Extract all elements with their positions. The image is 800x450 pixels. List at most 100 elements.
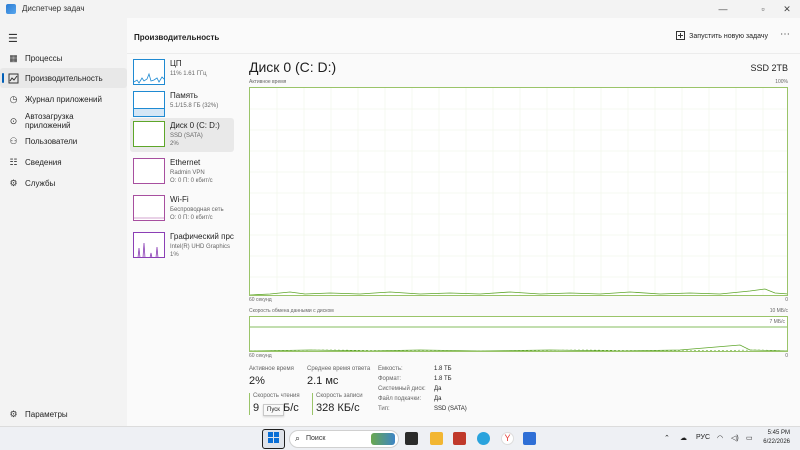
wifi-icon[interactable]: ◠ [717, 434, 723, 442]
perf-item-detail: Intel(R) UHD Graphics [170, 244, 231, 250]
transfer-rate-line-label: 7 МБ/с [769, 319, 785, 325]
start-tooltip: Пуск [263, 404, 284, 416]
battery-icon[interactable]: ▭ [746, 434, 753, 442]
perf-item-detail: О: 0 П: 0 кбит/с [170, 215, 213, 221]
disk-model: SSD 2TB [750, 63, 788, 73]
input-language[interactable]: РУС [696, 434, 710, 441]
app-history-icon: ◷ [9, 93, 18, 104]
search-icon: ⌕ [295, 433, 301, 443]
hamburger-menu-icon[interactable]: ☰ [8, 32, 18, 45]
perf-item-detail: 11% 1.61 ГГц [170, 71, 207, 77]
cpu-thumbnail-graph [133, 59, 165, 85]
clock[interactable]: 5:45 PM 6/22/2026 [763, 429, 790, 447]
close-button[interactable]: ✕ [780, 2, 794, 16]
active-time-graph-timespan: 60 секунд [249, 297, 272, 303]
transfer-rate-graph-min: 0 [785, 353, 788, 359]
property-label: Тип: [378, 406, 390, 412]
write-speed-indicator [312, 393, 313, 415]
perf-item-name: ЦП [170, 59, 182, 68]
run-task-icon [676, 31, 686, 42]
users-icon: ⚇ [9, 135, 18, 146]
minimize-button[interactable]: — [716, 2, 730, 16]
perf-item-memory[interactable]: Память 5.1/15.8 ГБ (32%) [130, 88, 234, 122]
read-speed-unit: Б/с [283, 402, 299, 414]
gpu-thumbnail-graph [133, 232, 165, 258]
settings-label: Параметры [25, 409, 68, 419]
active-time-graph-max: 100% [775, 79, 788, 85]
file-explorer-icon[interactable] [430, 432, 443, 445]
sidebar-item-performance[interactable]: Производительность [0, 68, 127, 88]
property-value: Да [434, 396, 442, 402]
disk-thumbnail-graph [133, 121, 165, 147]
transfer-rate-graph-max: 10 МБ/с [769, 308, 788, 314]
app-icon[interactable] [453, 432, 466, 445]
clock-date: 6/22/2026 [763, 439, 790, 445]
sidebar: ☰ ▦ Процессы Производительность ◷ Журнал… [0, 18, 127, 426]
perf-item-name: Память [170, 91, 198, 100]
sidebar-item-startup[interactable]: ⊙ Автозагрузка приложений [0, 110, 127, 132]
sidebar-item-users[interactable]: ⚇ Пользователи [0, 131, 127, 151]
perf-item-name: Wi-Fi [170, 195, 189, 204]
ethernet-thumbnail-graph [133, 158, 165, 184]
task-manager-taskbar-icon[interactable] [523, 432, 536, 445]
perf-item-gpu[interactable]: Графический прс Intel(R) UHD Graphics 1% [130, 229, 234, 263]
perf-item-cpu[interactable]: ЦП 11% 1.61 ГГц [130, 56, 234, 90]
transfer-rate-graph-label: Скорость обмена данными с диском [249, 308, 334, 314]
write-speed-label: Скорость записи [316, 393, 363, 399]
title-bar: Диспетчер задач — ▫ ✕ [0, 0, 800, 18]
property-label: Файл подкачки: [378, 396, 422, 402]
perf-item-detail: 1% [170, 252, 179, 258]
disk-title: Диск 0 (C: D:) [249, 59, 337, 75]
telegram-icon[interactable] [477, 432, 490, 445]
sidebar-item-label: Пользователи [25, 136, 78, 146]
volume-icon[interactable]: ◁) [731, 434, 739, 442]
maximize-button[interactable]: ▫ [756, 2, 770, 16]
run-new-task-button[interactable]: Запустить новую задачу [676, 31, 768, 42]
services-icon: ⚙ [9, 177, 18, 188]
sidebar-item-settings[interactable]: ⚙ Параметры [0, 404, 127, 424]
transfer-rate-graph-timespan: 60 секунд [249, 353, 272, 359]
perf-item-detail: Беспроводная сеть [170, 207, 224, 213]
tray-overflow-icon[interactable]: ⌃ [664, 434, 670, 442]
page-header: Производительность Запустить новую задач… [127, 18, 800, 54]
search-label: Поиск [306, 435, 326, 442]
taskbar-search[interactable]: ⌕ Поиск [289, 430, 399, 448]
active-time-label: Активное время [249, 366, 294, 372]
property-value: Да [434, 386, 442, 392]
perf-item-wifi[interactable]: Wi-Fi Беспроводная сеть О: 0 П: 0 кбит/с [130, 192, 234, 226]
window-title: Диспетчер задач [22, 4, 85, 13]
active-time-graph [249, 87, 788, 296]
property-value: SSD (SATA) [434, 406, 467, 412]
active-time-graph-min: 0 [785, 297, 788, 303]
read-speed-label: Скорость чтения [253, 393, 300, 399]
sidebar-item-processes[interactable]: ▦ Процессы [0, 48, 127, 68]
transfer-rate-graph: 7 МБ/с [249, 316, 788, 352]
wifi-thumbnail-graph [133, 195, 165, 221]
task-view-icon[interactable] [405, 432, 418, 445]
write-speed-value: 328 КБ/с [316, 402, 360, 414]
sidebar-item-services[interactable]: ⚙ Службы [0, 173, 127, 193]
performance-resource-list: ЦП 11% 1.61 ГГц Память 5.1/15.8 ГБ (32%)… [127, 54, 237, 426]
tray-app-icon[interactable]: ☁ [680, 434, 687, 442]
active-indicator [2, 73, 4, 83]
active-time-value: 2% [249, 375, 265, 387]
sidebar-item-app-history[interactable]: ◷ Журнал приложений [0, 89, 127, 109]
perf-item-ethernet[interactable]: Ethernet Radmin VPN О: 0 П: 0 кбит/с [130, 155, 234, 189]
perf-item-detail: SSD (SATA) [170, 133, 203, 139]
startup-icon: ⊙ [9, 115, 18, 126]
processes-icon: ▦ [9, 52, 18, 63]
sidebar-item-details[interactable]: ☷ Сведения [0, 152, 127, 172]
perf-item-detail: Radmin VPN [170, 170, 205, 176]
perf-item-disk0[interactable]: Диск 0 (C: D:) SSD (SATA) 2% [130, 118, 234, 152]
more-options-icon[interactable]: ⋯ [780, 29, 790, 40]
read-speed-indicator [249, 393, 250, 415]
start-button[interactable] [262, 429, 285, 449]
avg-response-value: 2.1 мс [307, 375, 339, 387]
sidebar-item-label: Автозагрузка приложений [25, 112, 74, 130]
property-label: Системный диск: [378, 386, 426, 392]
run-task-label: Запустить новую задачу [689, 33, 768, 40]
windows-logo-icon [268, 430, 279, 448]
clock-time: 5:45 PM [767, 430, 790, 436]
yandex-browser-icon[interactable]: Y [501, 432, 514, 445]
perf-item-name: Диск 0 (C: D:) [170, 121, 220, 130]
